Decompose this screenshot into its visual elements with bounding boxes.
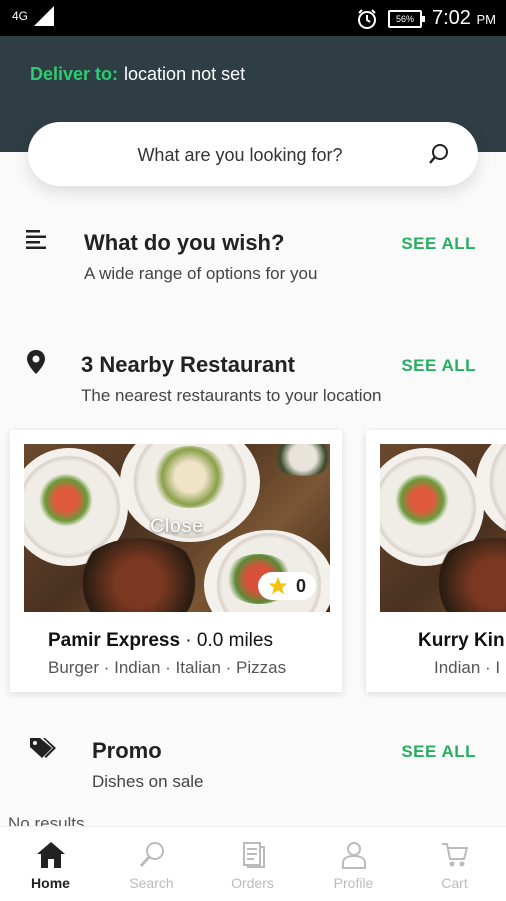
search-bar[interactable] xyxy=(28,122,478,186)
nav-label: Home xyxy=(31,875,70,891)
restaurant-tags: Burger · Indian · Italian · Pizzas xyxy=(48,658,287,677)
list-icon xyxy=(26,230,46,249)
nav-label: Profile xyxy=(333,875,374,891)
location-pin-icon xyxy=(27,350,45,374)
section-title: 3 Nearby Restaurant xyxy=(81,352,295,377)
restaurant-name-text: Pamir Express xyxy=(48,630,181,651)
person-icon xyxy=(342,842,366,869)
nav-orders[interactable]: Orders xyxy=(202,827,303,901)
clock: 7:02 PM xyxy=(432,6,496,32)
deliver-to[interactable]: Deliver to: location not set xyxy=(30,64,245,85)
clock-ampm: PM xyxy=(476,12,497,27)
restaurant-name: Kurry Kin xyxy=(418,630,505,652)
restaurant-carousel[interactable]: Close 0 Pamir Express · 0.0 miles Burger… xyxy=(0,428,506,698)
nav-home[interactable]: Home xyxy=(0,827,101,901)
alarm-icon xyxy=(358,9,376,29)
rating-value: 0 xyxy=(295,575,306,596)
network-type: 4G xyxy=(12,9,29,23)
restaurant-image: Close 0 xyxy=(24,444,330,612)
search-icon xyxy=(139,842,164,867)
location-text: location not set xyxy=(124,64,246,84)
clock-time: 7:02 xyxy=(432,7,471,29)
search-input[interactable] xyxy=(48,136,432,174)
restaurant-card[interactable]: C Kurry Kin Indian · I xyxy=(366,430,506,692)
restaurant-name: Pamir Express · 0.0 miles xyxy=(48,630,273,651)
battery-level: 56% xyxy=(395,14,414,24)
cart-icon xyxy=(442,843,469,867)
nav-cart[interactable]: Cart xyxy=(404,827,505,901)
restaurant-status: C xyxy=(498,516,506,538)
search-icon[interactable] xyxy=(428,142,450,166)
bottom-nav: Home Search Orders Profile Cart xyxy=(0,826,506,901)
section-subtitle: Dishes on sale xyxy=(92,772,204,791)
see-all-nearby-button[interactable]: SEE ALL xyxy=(401,356,476,376)
section-title: What do you wish? xyxy=(84,230,285,255)
status-bar: 4G 56% 7:02 PM xyxy=(0,0,506,36)
tag-icon xyxy=(30,738,56,758)
restaurant-image: C xyxy=(380,444,506,612)
nav-label: Search xyxy=(129,875,174,891)
section-subtitle: A wide range of options for you xyxy=(84,264,318,283)
restaurant-distance: 0.0 miles xyxy=(196,630,273,651)
section-title: Promo xyxy=(92,738,162,763)
see-all-promo-button[interactable]: SEE ALL xyxy=(401,742,476,762)
section-subtitle: The nearest restaurants to your location xyxy=(81,386,382,405)
rating-badge: 0 xyxy=(257,572,316,600)
deliver-label: Deliver to: xyxy=(30,64,119,84)
restaurant-tags: Indian · I xyxy=(434,658,501,677)
nav-search[interactable]: Search xyxy=(101,827,202,901)
star-icon xyxy=(268,576,288,595)
nav-label: Orders xyxy=(231,875,274,891)
receipt-icon xyxy=(243,842,265,868)
signal-icon xyxy=(34,6,55,26)
restaurant-status: Close xyxy=(150,516,204,537)
restaurant-card[interactable]: Close 0 Pamir Express · 0.0 miles Burger… xyxy=(10,430,342,692)
battery-icon: 56% xyxy=(388,10,425,28)
see-all-wish-button[interactable]: SEE ALL xyxy=(401,234,476,254)
restaurant-name-text: Kurry Kin xyxy=(418,630,505,651)
nav-label: Cart xyxy=(441,875,468,891)
nav-profile[interactable]: Profile xyxy=(303,827,404,901)
home-icon xyxy=(37,842,65,868)
